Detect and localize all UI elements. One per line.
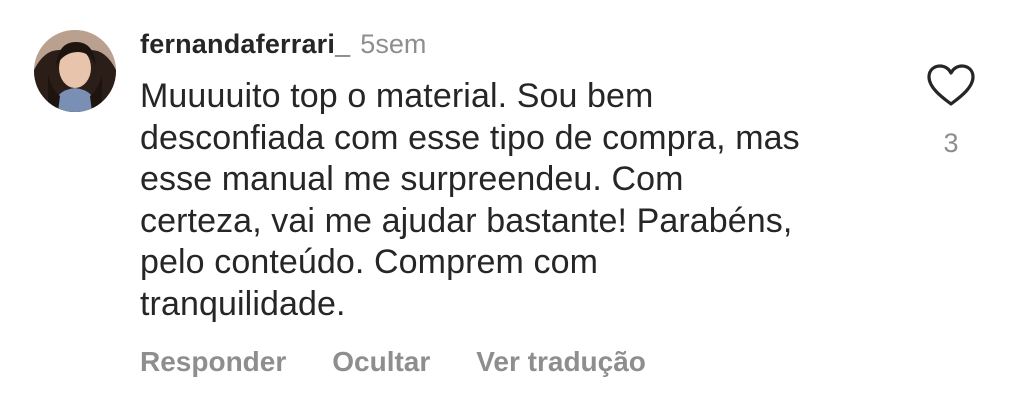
comment-line: Muuuuito top o material. Sou bem <box>140 77 654 115</box>
like-count: 3 <box>943 128 959 158</box>
like-button[interactable] <box>926 63 976 107</box>
reply-button[interactable]: Responder <box>140 346 286 378</box>
avatar[interactable] <box>34 30 116 112</box>
hide-button[interactable]: Ocultar <box>332 346 430 378</box>
comment-text: Muuuuito top o material. Sou bem desconf… <box>140 76 890 325</box>
username-link[interactable]: fernandaferrari_ <box>140 29 350 60</box>
translate-button[interactable]: Ver tradução <box>476 346 646 378</box>
comment-line: desconfiada com esse tipo de compra, mas <box>140 118 800 157</box>
comment-line: pelo conteúdo. Comprem com <box>140 243 599 281</box>
comment-line: tranquilidade. <box>140 284 346 323</box>
avatar-photo <box>34 30 116 112</box>
heart-outline-icon <box>927 64 975 106</box>
comment-actions: Responder Ocultar Ver tradução <box>140 346 646 378</box>
comment-line: esse manual me surpreendeu. Com <box>140 160 684 198</box>
comment-timestamp: 5sem <box>360 29 427 59</box>
comment-line: certeza, vai me ajudar bastante! Parabén… <box>140 201 793 240</box>
comment-header: fernandaferrari_ 5sem <box>140 29 426 63</box>
